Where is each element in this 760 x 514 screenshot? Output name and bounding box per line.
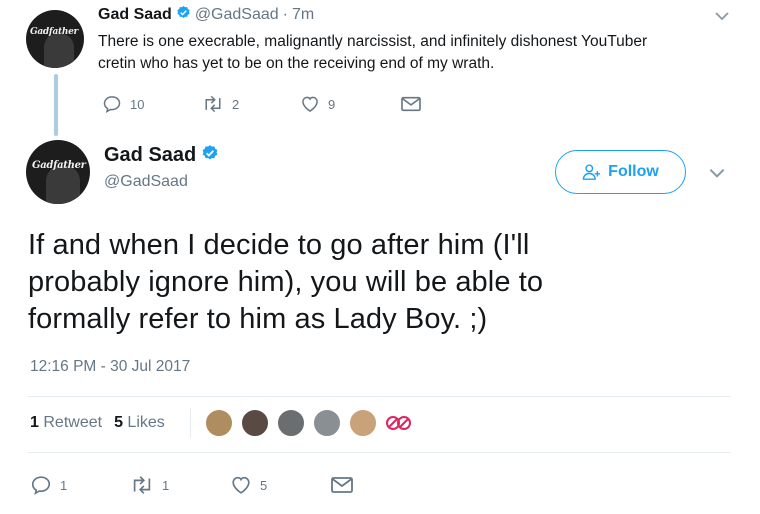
main-dm-button[interactable] bbox=[330, 475, 354, 495]
no-sign-icon[interactable] bbox=[384, 412, 412, 439]
reply-icon bbox=[103, 96, 121, 114]
liker-avatar-3[interactable] bbox=[276, 408, 306, 438]
envelope-icon bbox=[401, 96, 421, 112]
retweets-num: 1 bbox=[30, 414, 39, 431]
main-timestamp[interactable]: 12:16 PM - 30 Jul 2017 bbox=[30, 358, 190, 376]
heart-icon bbox=[302, 96, 318, 112]
parent-chevron-down-icon[interactable] bbox=[712, 8, 732, 29]
main-avatar[interactable]: Gadfather bbox=[26, 140, 90, 204]
retweets-stat[interactable]: 1 Retweet bbox=[30, 414, 102, 432]
parent-action-bar: 10 2 9 bbox=[98, 92, 438, 116]
verified-badge-icon bbox=[201, 144, 219, 167]
main-text-line-1: If and when I decide to go after him (I'… bbox=[28, 229, 530, 261]
divider-bottom bbox=[28, 452, 730, 453]
main-like-button[interactable]: 5 bbox=[230, 474, 267, 496]
parent-avatar[interactable]: Gadfather bbox=[26, 10, 84, 68]
parent-tweet-text: There is one execrable, malignantly narc… bbox=[98, 31, 647, 75]
avatar-logo-text: Gadfather bbox=[32, 160, 86, 171]
avatar-logo-text: Gadfather bbox=[30, 27, 78, 37]
parent-retweet-count: 2 bbox=[232, 96, 240, 112]
parent-handle[interactable]: @GadSaad bbox=[195, 6, 279, 24]
retweets-label: Retweet bbox=[43, 414, 103, 431]
parent-reply-button[interactable]: 10 bbox=[102, 94, 144, 114]
heart-icon bbox=[232, 476, 250, 494]
parent-text-line-1: There is one execrable, malignantly narc… bbox=[98, 33, 648, 50]
envelope-icon bbox=[331, 477, 353, 493]
divider-top bbox=[28, 396, 730, 397]
avatar-figure bbox=[44, 34, 74, 68]
main-retweet-button[interactable]: 1 bbox=[130, 474, 169, 496]
liker-avatars bbox=[204, 408, 434, 440]
engagement-stats: 1 Retweet 5 Likes bbox=[30, 414, 165, 432]
liker-avatar-2[interactable] bbox=[240, 408, 270, 438]
stats-divider bbox=[190, 408, 191, 438]
main-display-name[interactable]: Gad Saad bbox=[104, 144, 196, 167]
parent-reply-count: 10 bbox=[130, 96, 145, 112]
liker-avatar-4[interactable] bbox=[312, 408, 342, 438]
likes-num: 5 bbox=[114, 414, 123, 431]
liker-avatar-5[interactable] bbox=[348, 408, 378, 438]
main-text-line-2: probably ignore him), you will be able t… bbox=[28, 266, 544, 298]
parent-retweet-button[interactable]: 2 bbox=[202, 94, 239, 114]
main-text-line-3: formally refer to him as Lady Boy. ;) bbox=[28, 303, 488, 335]
parent-header: Gad Saad @GadSaad · 7m bbox=[98, 5, 314, 25]
parent-dm-button[interactable] bbox=[400, 95, 422, 113]
main-retweet-count: 1 bbox=[162, 477, 170, 493]
follow-label: Follow bbox=[608, 163, 659, 180]
likes-stat[interactable]: 5 Likes bbox=[114, 414, 165, 432]
main-reply-button[interactable]: 1 bbox=[30, 474, 67, 496]
retweet-icon bbox=[133, 476, 151, 494]
retweet-icon bbox=[205, 95, 221, 113]
parent-like-count: 9 bbox=[328, 96, 336, 112]
avatar-figure bbox=[46, 166, 80, 204]
main-chevron-down-icon[interactable] bbox=[706, 164, 728, 187]
liker-avatar-1[interactable] bbox=[204, 408, 234, 438]
main-action-bar: 1 1 5 bbox=[30, 472, 370, 498]
parent-time-ago[interactable]: 7m bbox=[292, 6, 314, 24]
main-handle[interactable]: @GadSaad bbox=[104, 173, 219, 191]
main-tweet-text: If and when I decide to go after him (I'… bbox=[28, 227, 543, 338]
follow-button[interactable]: Follow bbox=[555, 150, 686, 194]
parent-text-line-2: cretin who has yet to be on the receivin… bbox=[98, 55, 495, 72]
verified-badge-icon bbox=[176, 5, 191, 25]
main-like-count: 5 bbox=[260, 477, 268, 493]
reply-icon bbox=[31, 476, 51, 495]
parent-like-button[interactable]: 9 bbox=[300, 94, 335, 114]
main-reply-count: 1 bbox=[60, 477, 68, 493]
thread-connector-line bbox=[54, 74, 58, 136]
main-header: Gad Saad @GadSaad bbox=[104, 144, 219, 191]
likes-label: Likes bbox=[127, 414, 165, 431]
parent-display-name[interactable]: Gad Saad bbox=[98, 6, 172, 24]
dot-separator: · bbox=[282, 6, 288, 23]
follow-person-icon bbox=[582, 164, 601, 180]
